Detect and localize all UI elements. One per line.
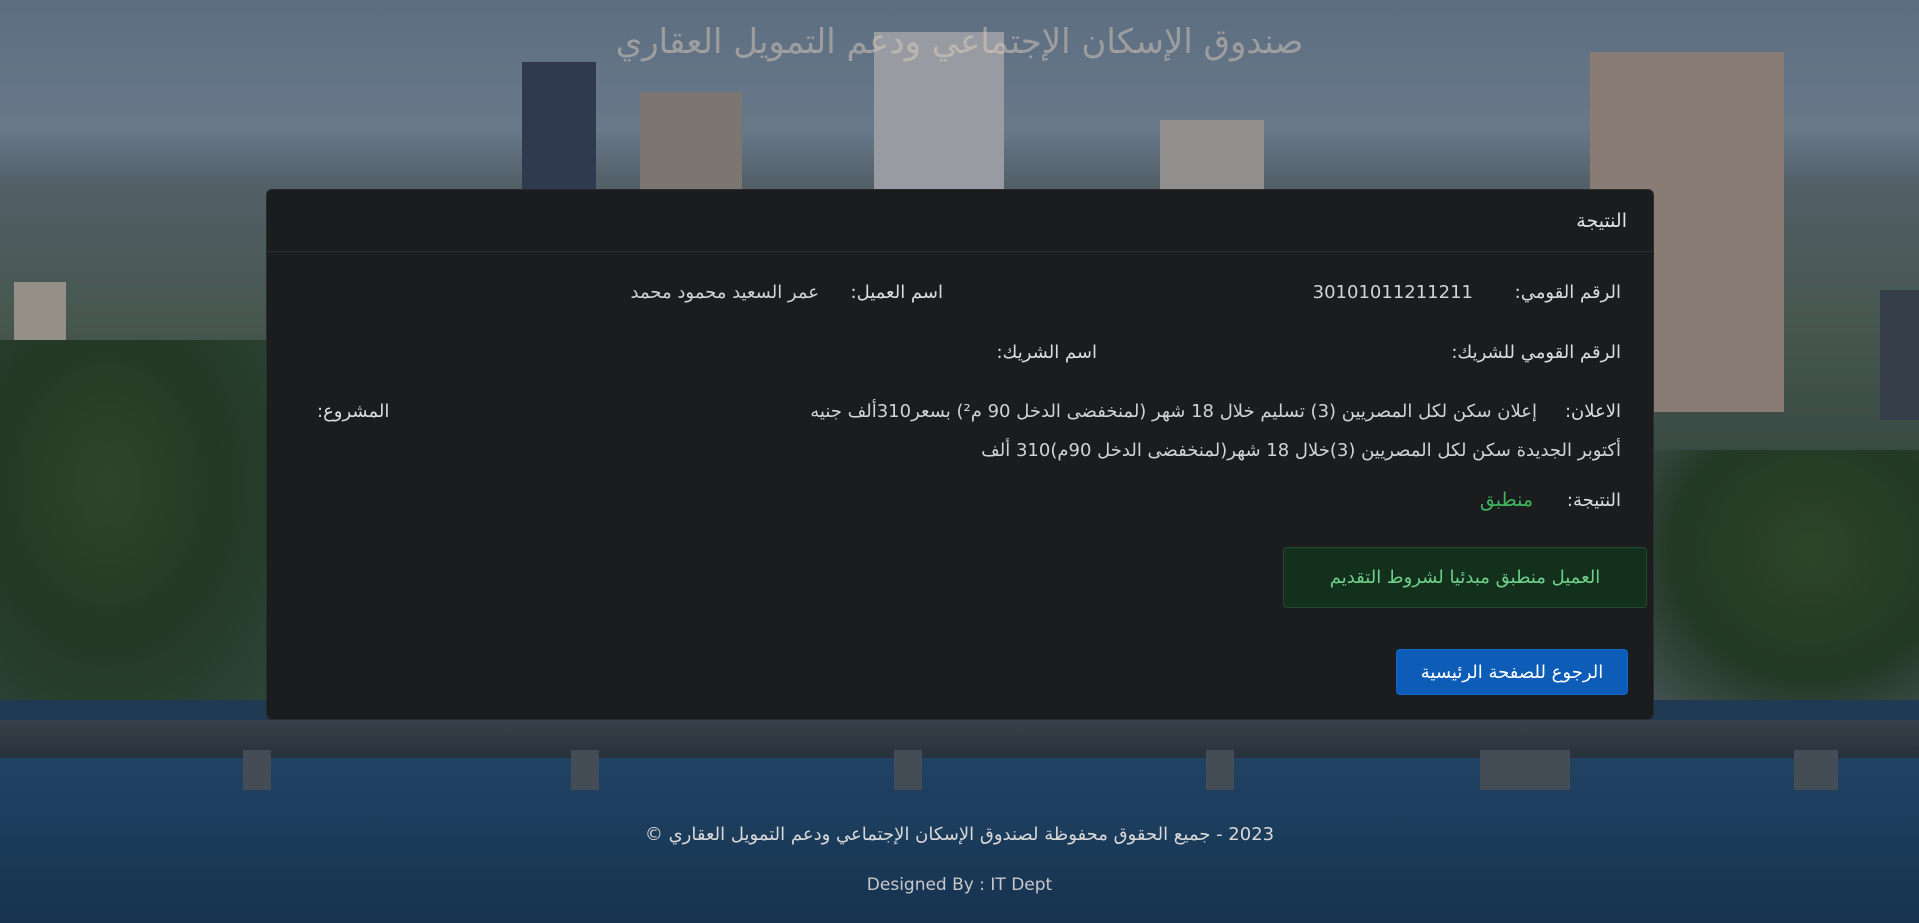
designed-by-text: Designed By : IT Dept bbox=[866, 875, 1053, 895]
national-id-value: 30101011211211 bbox=[1312, 282, 1473, 303]
announcement-label: الاعلان: bbox=[1564, 401, 1621, 422]
project-value: أكتوبر الجديدة سكن لكل المصريين (3)خلال … bbox=[981, 440, 1621, 461]
card-header: النتيجة bbox=[267, 190, 1653, 252]
client-name-value: عمر السعيد محمود محمد bbox=[630, 282, 819, 303]
client-name-label: اسم العميل: bbox=[850, 282, 944, 303]
result-label: النتيجة: bbox=[1566, 490, 1621, 511]
project-label: المشروع: bbox=[317, 401, 390, 422]
result-card: النتيجة الرقم القومي: 30101011211211 اسم… bbox=[266, 189, 1654, 720]
copyright-text: 2023 - جميع الحقوق محفوظة لصندوق الإسكان… bbox=[644, 824, 1275, 845]
site-title: صندوق الإسكان الإجتماعي ودعم التمويل الع… bbox=[615, 22, 1304, 62]
success-alert: العميل منطبق مبدئيا لشروط التقديم bbox=[1283, 547, 1647, 608]
announcement-value: إعلان سكن لكل المصريين (3) تسليم خلال 18… bbox=[810, 401, 1537, 422]
partner-id-label: الرقم القومي للشريك: bbox=[1451, 342, 1621, 363]
back-to-home-button[interactable]: الرجوع للصفحة الرئيسية bbox=[1396, 649, 1628, 695]
result-status-value: منطبق bbox=[1479, 489, 1533, 511]
partner-name-label: اسم الشريك: bbox=[996, 342, 1097, 363]
national-id-label: الرقم القومي: bbox=[1514, 282, 1621, 303]
